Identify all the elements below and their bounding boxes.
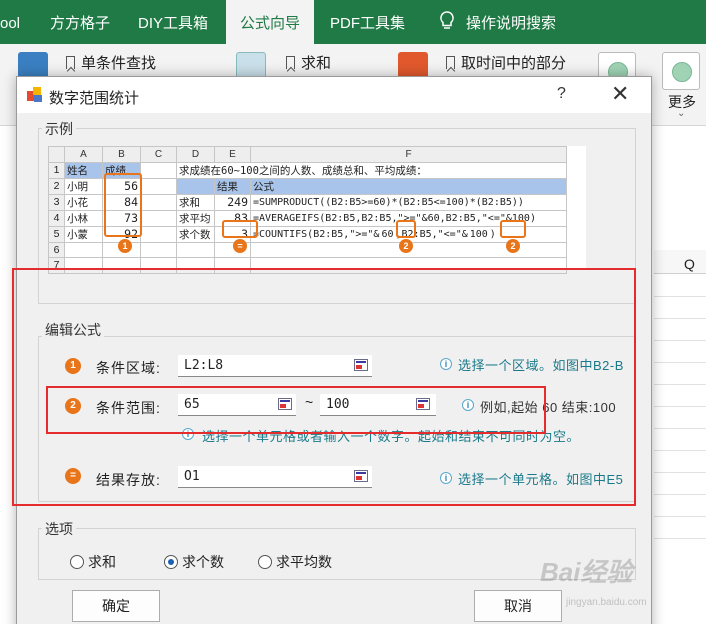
sheet-gridline (654, 494, 706, 495)
highlight-start-60 (396, 220, 416, 238)
bookmark-icon (286, 56, 295, 69)
cell-e3: 249 (214, 193, 251, 211)
example-description: 求成绩在60~100之间的人数、成绩总和、平均成绩： (176, 161, 567, 179)
radio-dot (258, 555, 272, 569)
cell-d5: 求个数 (176, 225, 215, 243)
row-number: 4 (48, 209, 65, 227)
ok-button[interactable]: 确定 (72, 590, 160, 622)
highlight-condition-range (46, 386, 546, 434)
watermark-sub: jingyan.baidu.com (566, 597, 647, 608)
badge-equals: = (233, 239, 247, 253)
highlight-end-100 (500, 220, 526, 238)
time-part-button[interactable]: 取时间中的部分 (446, 52, 566, 73)
row-number: 2 (48, 177, 65, 195)
cell-f2: 公式 (250, 177, 567, 195)
cell-c4 (140, 209, 177, 227)
example-group-label: 示例 (42, 119, 76, 139)
badge-2a: 2 (399, 239, 413, 253)
sheet-gridline (654, 384, 706, 385)
help-button[interactable]: ? (557, 85, 566, 103)
bookmark-icon (66, 56, 75, 69)
cancel-button[interactable]: 取消 (474, 590, 562, 622)
sheet-gridline (654, 340, 706, 341)
col-header-d: D (176, 146, 215, 163)
sheet-gridline (654, 472, 706, 473)
corner-cell (48, 146, 65, 163)
cell-c2 (140, 177, 177, 195)
sheet-column-header: Q (654, 250, 706, 274)
sheet-gridline (654, 318, 706, 319)
chevron-down-icon[interactable]: ⌄ (677, 108, 685, 119)
tab-pdf-tools[interactable]: PDF工具集 (330, 0, 405, 44)
sum-button[interactable]: 求和 (286, 52, 331, 73)
cell-d4: 求平均 (176, 209, 215, 227)
watermark: Bai经验 (540, 557, 633, 587)
badge-2b: 2 (506, 239, 520, 253)
cell-a4: 小林 (64, 209, 103, 227)
radio-average[interactable]: 求平均数 (258, 552, 332, 572)
app-icon (27, 87, 43, 103)
cell-a1: 姓名 (64, 161, 103, 179)
bookmark-icon (446, 56, 455, 69)
badge-1: 1 (118, 239, 132, 253)
col-header-e: E (214, 146, 251, 163)
tab-tool[interactable]: ool (0, 0, 20, 44)
tab-formula-wizard[interactable]: 公式向导 (226, 0, 315, 44)
cell-f3: =SUMPRODUCT((B2:B5>=60)*(B2:B5<=100)*(B2… (250, 193, 567, 211)
highlight-e5 (222, 220, 258, 238)
sheet-gridline (654, 296, 706, 297)
lightbulb-icon[interactable] (440, 0, 454, 44)
cell-e2: 结果 (214, 177, 251, 195)
single-lookup-button[interactable]: 单条件查找 (66, 52, 156, 73)
more-button-icon[interactable] (662, 52, 700, 90)
sheet-gridline (654, 406, 706, 407)
col-header-b: B (102, 146, 141, 163)
cell-c3 (140, 193, 177, 211)
highlight-b-range (104, 173, 142, 237)
row-number: 3 (48, 193, 65, 211)
cell-c1 (140, 161, 177, 179)
dialog-title: 数字范围统计 (49, 90, 140, 107)
sheet-gridline (654, 516, 706, 517)
sheet-gridline (654, 538, 706, 539)
radio-count[interactable]: 求个数 (164, 552, 224, 572)
ribbon-tab-bar: ool 方方格子 DIY工具箱 公式向导 PDF工具集 操作说明搜索 (0, 0, 706, 44)
cell-d2 (176, 177, 215, 195)
dialog-titlebar: 数字范围统计 ? ✕ (17, 77, 651, 113)
cell-d3: 求和 (176, 193, 215, 211)
tab-help-search[interactable]: 操作说明搜索 (466, 0, 556, 44)
row-number: 6 (48, 241, 65, 259)
row-number: 1 (48, 161, 65, 179)
cell-c5 (140, 225, 177, 243)
close-icon[interactable]: ✕ (611, 81, 629, 107)
tab-diy-toolbox[interactable]: DIY工具箱 (138, 0, 208, 44)
cell-a2: 小明 (64, 177, 103, 195)
col-header-a: A (64, 146, 103, 163)
radio-dot-selected (164, 555, 178, 569)
radio-sum[interactable]: 求和 (70, 552, 116, 572)
row-number: 5 (48, 225, 65, 243)
sheet-gridline (654, 450, 706, 451)
col-header-f: F (250, 146, 567, 163)
sheet-gridline (654, 428, 706, 429)
tab-fangfang-gezi[interactable]: 方方格子 (50, 0, 110, 44)
radio-dot (70, 555, 84, 569)
options-group-label: 选项 (42, 519, 76, 539)
sheet-gridline (654, 362, 706, 363)
col-header-c: C (140, 146, 177, 163)
cell-a5: 小蒙 (64, 225, 103, 243)
cell-a3: 小花 (64, 193, 103, 211)
